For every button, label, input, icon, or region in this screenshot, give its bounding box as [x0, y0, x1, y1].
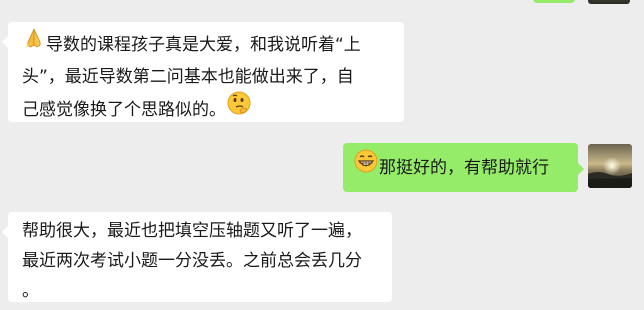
outgoing-message-bubble[interactable]: 那挺好的，有帮助就行	[343, 143, 584, 192]
grinning-face-icon	[353, 148, 379, 184]
message-line: 导数的课程孩子真是大爱，和我说听着“上	[22, 28, 392, 62]
message-line: 。	[22, 281, 39, 301]
message-line: 头”，最近导数第二问基本也能做出来了，自	[22, 67, 354, 87]
incoming-message-bubble[interactable]: 导数的课程孩子真是大爱，和我说听着“上 头”，最近导数第二问基本也能做出来了，自…	[2, 22, 404, 122]
previous-avatar	[588, 0, 630, 4]
thinking-face-icon	[226, 90, 252, 126]
folded-hands-icon	[22, 26, 46, 60]
message-line: 己感觉像换了个思路似的。	[22, 90, 392, 128]
previous-message-bubble	[533, 0, 575, 3]
message-line: 帮助很大，最近也把填空压轴题又听了一遍，	[22, 221, 362, 241]
message-line: 最近两次考试小题一分没丢。之前总会丢几分	[22, 251, 362, 271]
incoming-message-bubble[interactable]: 帮助很大，最近也把填空压轴题又听了一遍， 最近两次考试小题一分没丢。之前总会丢几…	[2, 212, 392, 302]
message-line: 那挺好的，有帮助就行	[353, 148, 549, 186]
avatar[interactable]	[588, 144, 632, 188]
